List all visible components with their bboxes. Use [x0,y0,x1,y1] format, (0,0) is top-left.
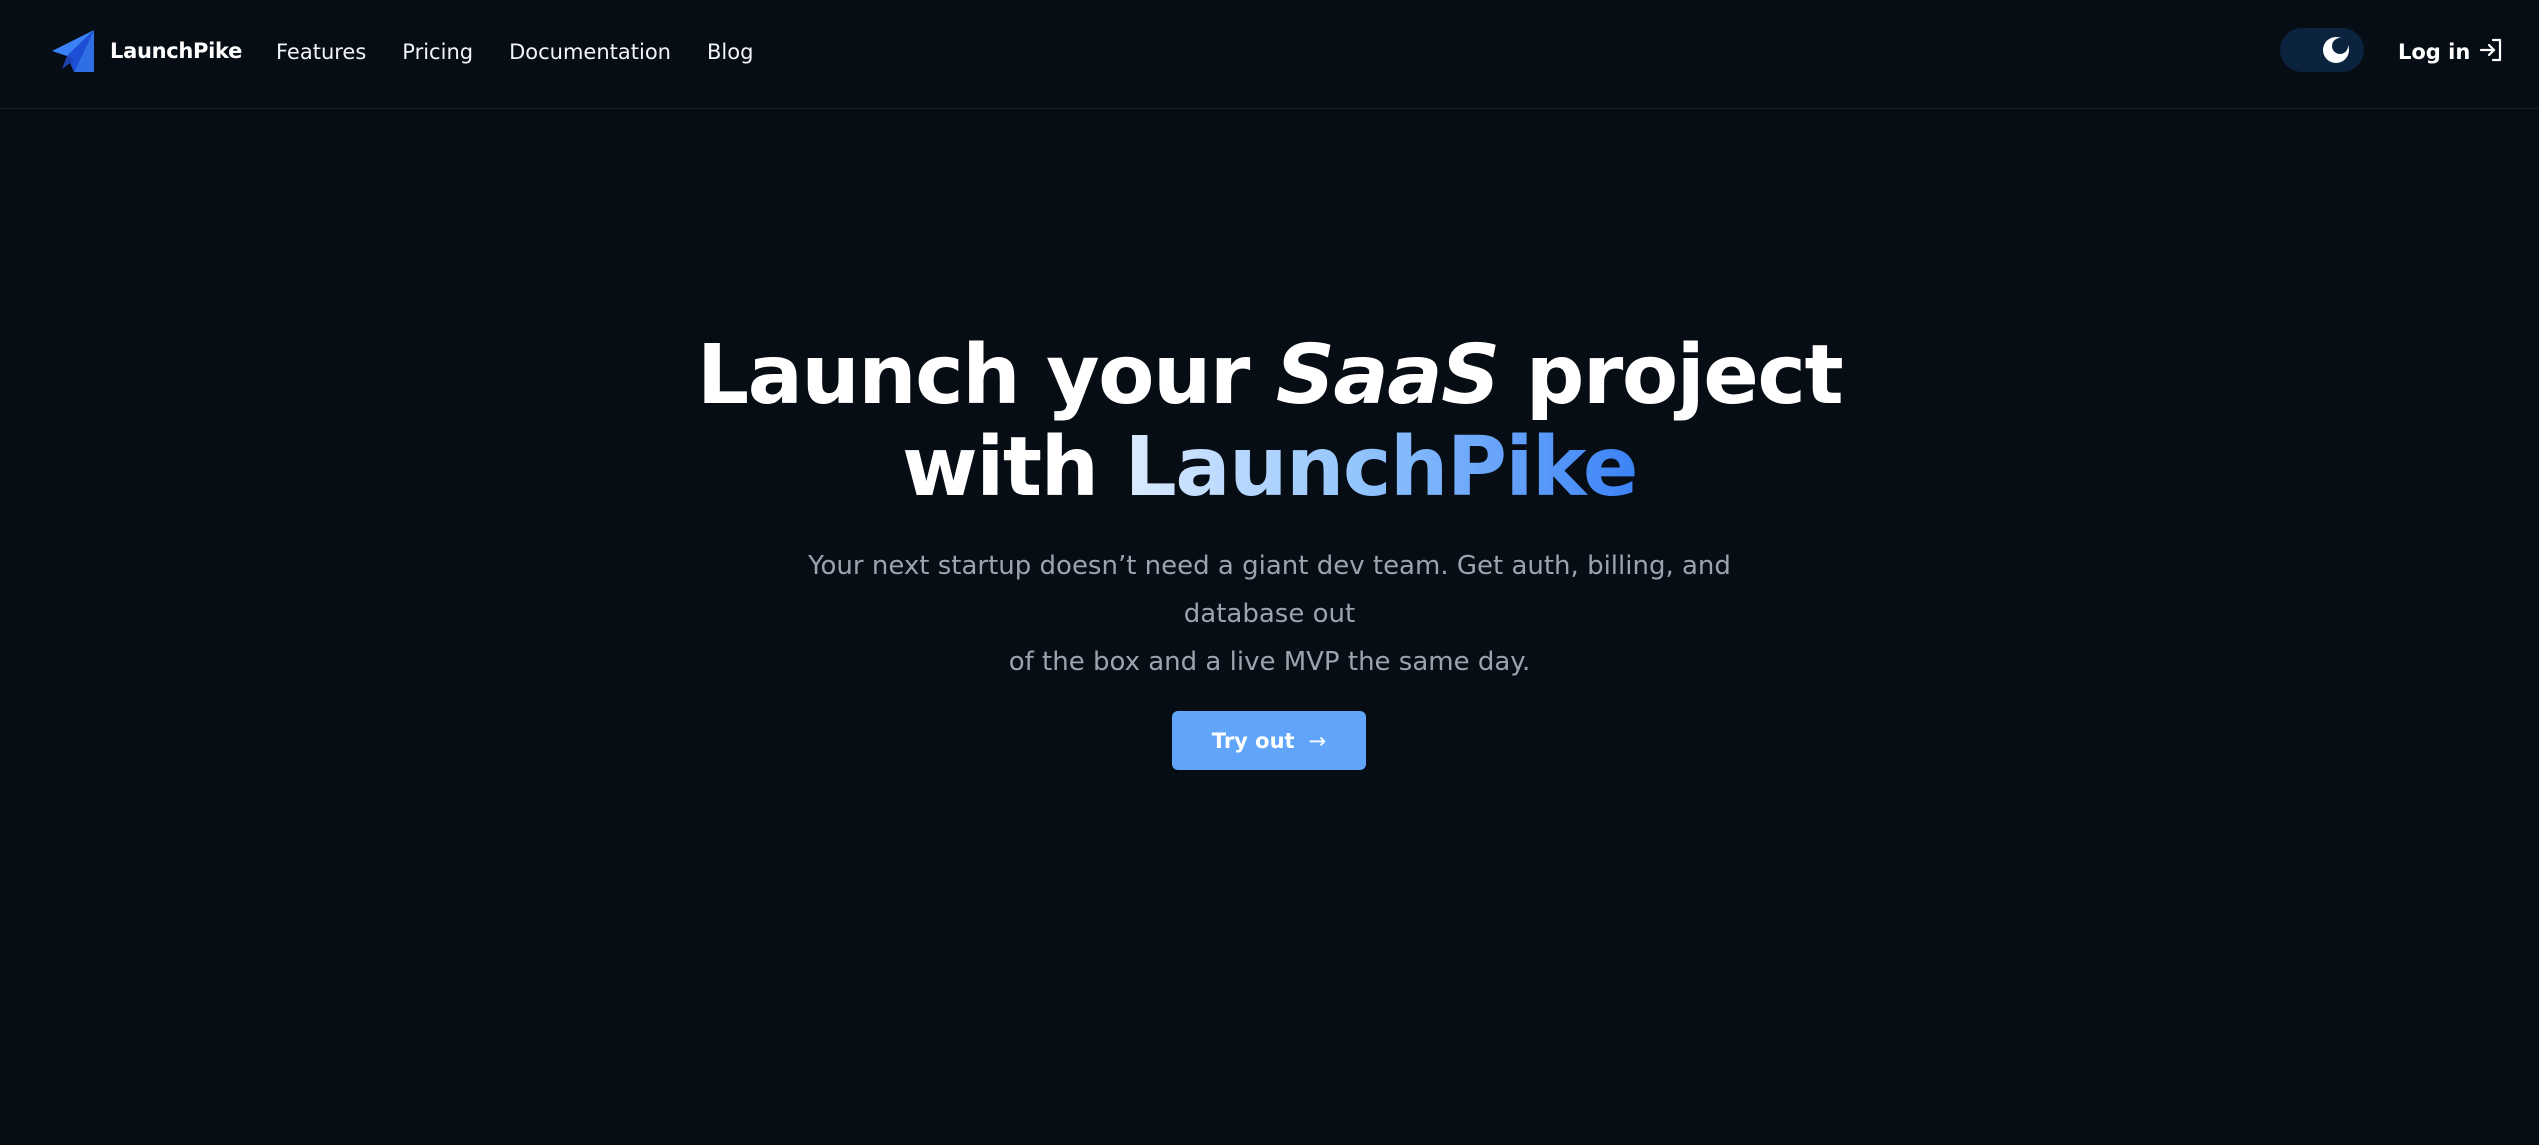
hero-section: Launch your SaaS project with LaunchPike… [0,330,2539,686]
brand-name: LaunchPike [110,39,243,63]
hero-subtitle-line2: of the box and a live MVP the same day. [1008,647,1531,677]
brand-logo-link[interactable]: LaunchPike [50,28,242,74]
hero-title-line2-prefix: with [902,420,1125,515]
paper-plane-icon [50,29,96,73]
hero-title: Launch your SaaS project with LaunchPike [0,330,2539,514]
arrow-right-icon: → [1308,728,1327,753]
try-out-button[interactable]: Try out → [1172,711,1366,770]
hero-title-brand: LaunchPike [1124,420,1639,515]
login-link[interactable]: Log in [2398,34,2504,70]
main-nav: Features Pricing Documentation Blog [276,34,789,70]
nav-link-features[interactable]: Features [276,40,366,64]
hero-subtitle: Your next startup doesn’t need a giant d… [760,542,1780,686]
hero-title-part2: project [1498,328,1844,423]
login-label: Log in [2398,40,2471,64]
nav-link-documentation[interactable]: Documentation [509,40,671,64]
site-header: LaunchPike Features Pricing Documentatio… [0,0,2539,109]
moon-icon [2322,36,2350,64]
sign-in-icon [2478,37,2504,67]
theme-toggle[interactable] [2280,28,2364,72]
try-out-label: Try out [1211,728,1295,753]
hero-title-part1: Launch your [696,328,1276,423]
hero-title-saas: SaaS [1275,328,1500,423]
nav-link-blog[interactable]: Blog [707,40,753,64]
nav-link-pricing[interactable]: Pricing [402,40,473,64]
hero-subtitle-line1: Your next startup doesn’t need a giant d… [808,551,1731,629]
